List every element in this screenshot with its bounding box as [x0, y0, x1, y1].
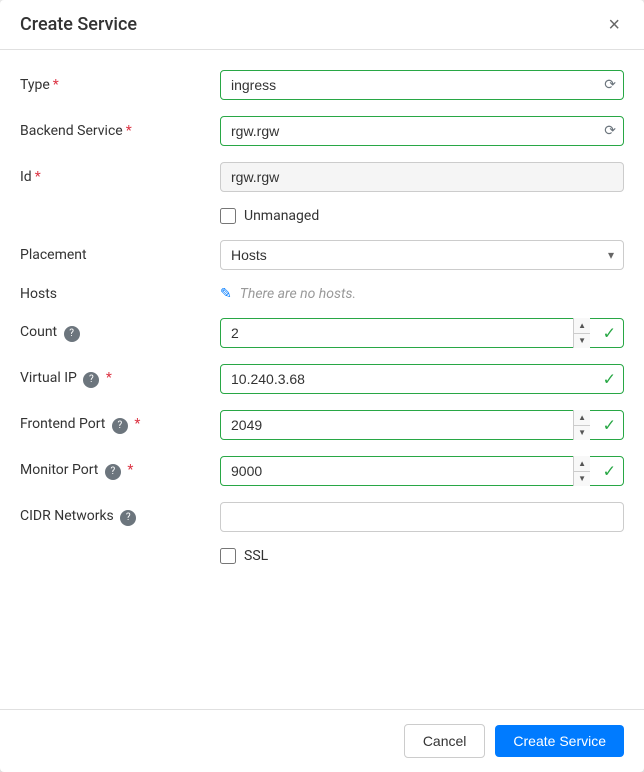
- monitor-port-spin-up[interactable]: ▲: [574, 456, 590, 472]
- hosts-edit-icon[interactable]: ✎: [220, 286, 232, 302]
- placement-label: Placement: [20, 247, 220, 263]
- modal-body: Type* ⟳ Backend Service* ⟳ Id*: [0, 50, 644, 709]
- id-row: Id*: [20, 162, 624, 192]
- virtual-ip-input[interactable]: [220, 364, 624, 394]
- frontend-port-row: Frontend Port ? * ▲ ▼ ✓: [20, 410, 624, 440]
- frontend-port-label: Frontend Port ? *: [20, 416, 220, 434]
- type-dropdown-icon: ⟳: [604, 77, 616, 93]
- hosts-content: ✎ There are no hosts.: [220, 286, 624, 302]
- backend-service-dropdown-icon: ⟳: [604, 123, 616, 139]
- create-service-button[interactable]: Create Service: [495, 725, 624, 757]
- placement-select[interactable]: Hosts Label Count: [220, 240, 624, 270]
- count-label: Count ?: [20, 324, 220, 342]
- modal-header: Create Service ×: [0, 0, 644, 50]
- hosts-placeholder: There are no hosts.: [240, 286, 356, 302]
- type-input[interactable]: [220, 70, 624, 100]
- create-service-modal: Create Service × Type* ⟳ Backend Service…: [0, 0, 644, 772]
- virtual-ip-row: Virtual IP ? * ✓: [20, 364, 624, 394]
- cancel-button[interactable]: Cancel: [404, 724, 486, 758]
- monitor-port-field-wrapper: ▲ ▼ ✓: [220, 456, 624, 486]
- placement-row: Placement Hosts Label Count ▾: [20, 240, 624, 270]
- hosts-label: Hosts: [20, 286, 220, 302]
- monitor-port-check-icon: ✓: [603, 462, 616, 481]
- count-check-icon: ✓: [603, 324, 616, 343]
- frontend-port-input[interactable]: [220, 410, 624, 440]
- count-spin-up[interactable]: ▲: [574, 318, 590, 334]
- modal-footer: Cancel Create Service: [0, 709, 644, 772]
- count-field-wrapper: ▲ ▼ ✓: [220, 318, 624, 348]
- backend-service-row: Backend Service* ⟳: [20, 116, 624, 146]
- unmanaged-row: Unmanaged: [20, 208, 624, 224]
- modal-title: Create Service: [20, 14, 137, 35]
- frontend-port-spin-up[interactable]: ▲: [574, 410, 590, 426]
- id-field-wrapper: [220, 162, 624, 192]
- virtual-ip-field-wrapper: ✓: [220, 364, 624, 394]
- unmanaged-checkbox[interactable]: [220, 208, 236, 224]
- type-label: Type*: [20, 77, 220, 93]
- monitor-port-spin-down[interactable]: ▼: [574, 472, 590, 487]
- monitor-port-label: Monitor Port ? *: [20, 462, 220, 480]
- virtual-ip-label: Virtual IP ? *: [20, 370, 220, 388]
- virtual-ip-check-icon: ✓: [603, 370, 616, 389]
- ssl-row: SSL: [20, 548, 624, 564]
- count-help-icon[interactable]: ?: [64, 326, 80, 342]
- type-row: Type* ⟳: [20, 70, 624, 100]
- cidr-networks-label: CIDR Networks ?: [20, 508, 220, 526]
- cidr-networks-field-wrapper: [220, 502, 624, 532]
- ssl-label[interactable]: SSL: [220, 548, 268, 564]
- frontend-port-spin-down[interactable]: ▼: [574, 426, 590, 441]
- count-spinner: ▲ ▼: [573, 318, 590, 348]
- frontend-port-help-icon[interactable]: ?: [112, 418, 128, 434]
- ssl-checkbox[interactable]: [220, 548, 236, 564]
- count-input[interactable]: [220, 318, 624, 348]
- backend-service-field-wrapper: ⟳: [220, 116, 624, 146]
- placement-select-wrapper: Hosts Label Count ▾: [220, 240, 624, 270]
- virtual-ip-help-icon[interactable]: ?: [83, 372, 99, 388]
- type-field-wrapper: ⟳: [220, 70, 624, 100]
- cidr-networks-input[interactable]: [220, 502, 624, 532]
- id-input[interactable]: [220, 162, 624, 192]
- cidr-networks-row: CIDR Networks ?: [20, 502, 624, 532]
- monitor-port-row: Monitor Port ? * ▲ ▼ ✓: [20, 456, 624, 486]
- monitor-port-spinner: ▲ ▼: [573, 456, 590, 486]
- frontend-port-field-wrapper: ▲ ▼ ✓: [220, 410, 624, 440]
- count-spin-down[interactable]: ▼: [574, 334, 590, 349]
- id-label: Id*: [20, 169, 220, 185]
- monitor-port-input[interactable]: [220, 456, 624, 486]
- frontend-port-spinner: ▲ ▼: [573, 410, 590, 440]
- backend-service-label: Backend Service*: [20, 123, 220, 139]
- count-row: Count ? ▲ ▼ ✓: [20, 318, 624, 348]
- close-button[interactable]: ×: [604, 15, 624, 35]
- hosts-row: Hosts ✎ There are no hosts.: [20, 286, 624, 302]
- frontend-port-check-icon: ✓: [603, 416, 616, 435]
- cidr-networks-help-icon[interactable]: ?: [120, 510, 136, 526]
- backend-service-input[interactable]: [220, 116, 624, 146]
- monitor-port-help-icon[interactable]: ?: [105, 464, 121, 480]
- unmanaged-label[interactable]: Unmanaged: [220, 208, 319, 224]
